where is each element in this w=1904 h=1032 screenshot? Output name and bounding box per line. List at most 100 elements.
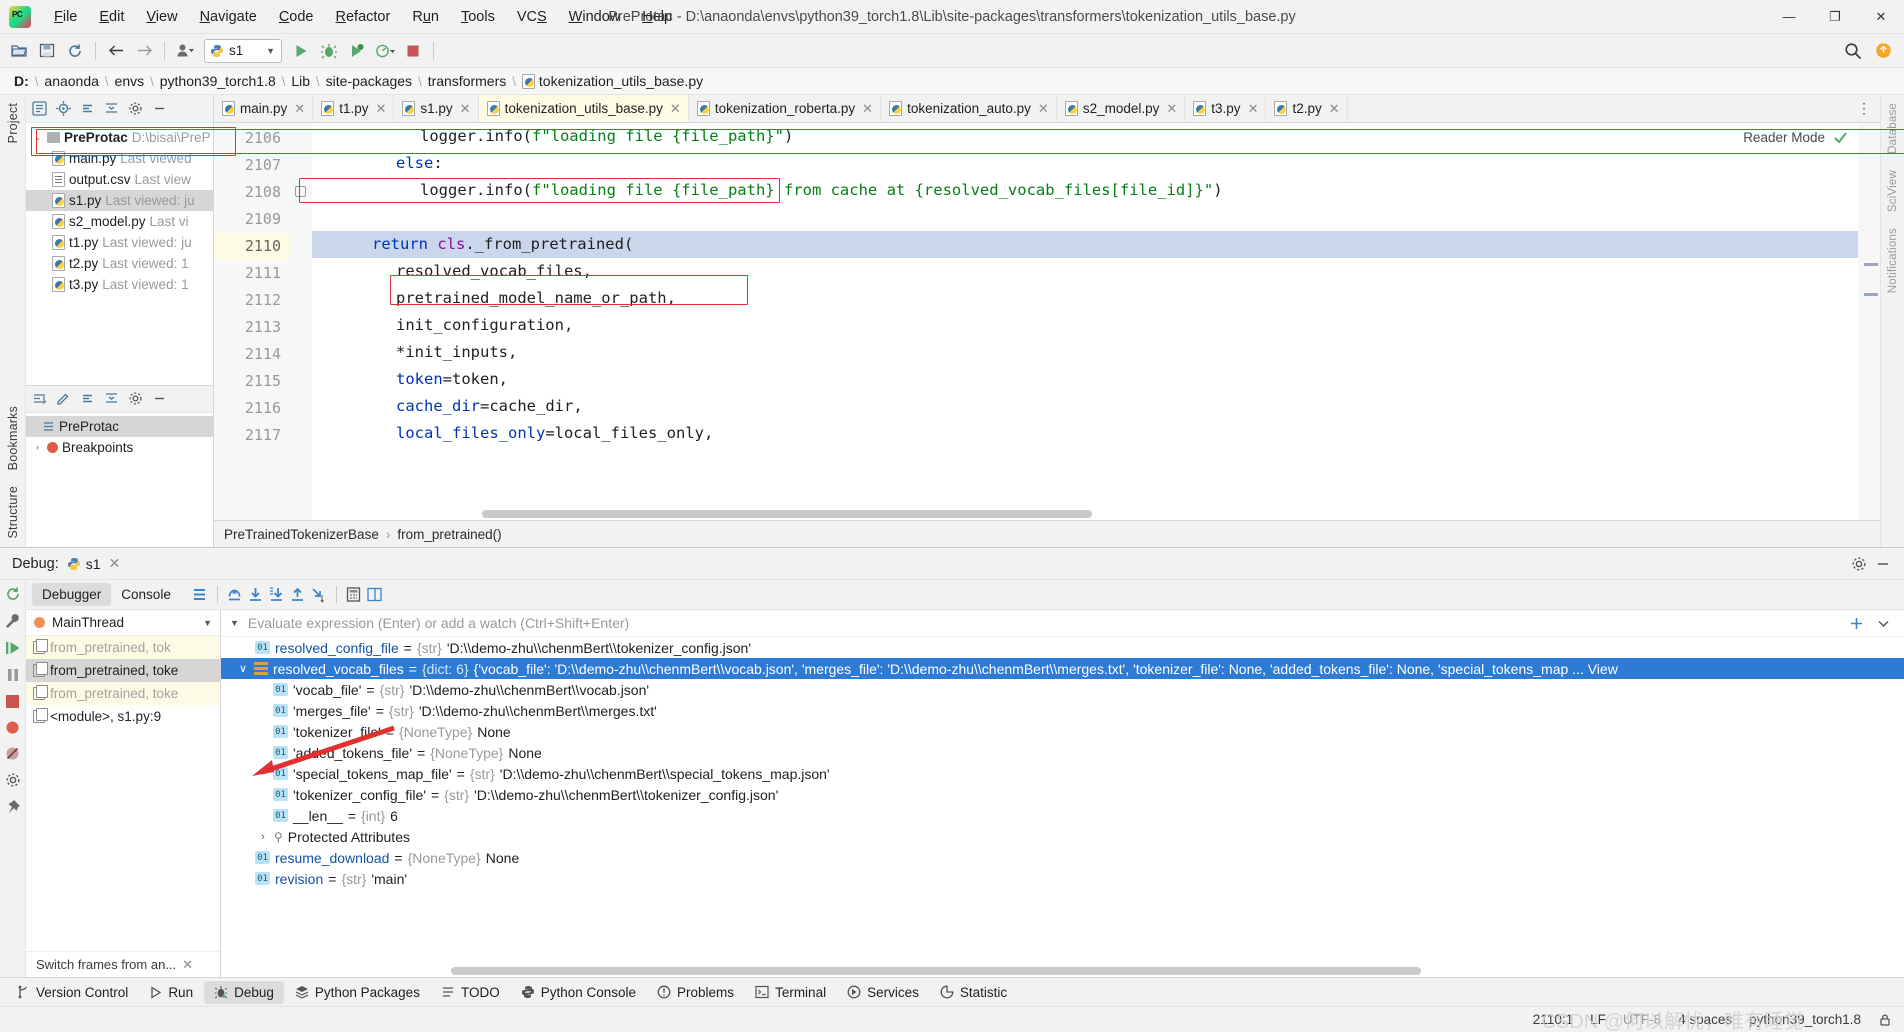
user-icon[interactable] [172, 38, 198, 64]
toolwindow-todo[interactable]: TODO [431, 981, 510, 1004]
tab-t3-py[interactable]: t3.py ✕ [1185, 95, 1267, 122]
menu-help[interactable]: Help [631, 5, 683, 29]
close-icon[interactable]: ✕ [182, 957, 193, 973]
breadcrumb-item-2[interactable]: envs [109, 73, 151, 89]
footer-crumb-class[interactable]: PreTrainedTokenizerBase [224, 527, 379, 542]
variable-row[interactable]: 01 'tokenizer_file' = {NoneType} None [221, 721, 1904, 742]
scrollbar-thumb[interactable] [482, 510, 1092, 518]
tree-row-t2-py[interactable]: t2.py Last viewed: 1 [26, 253, 213, 274]
project-view-icon[interactable] [30, 100, 48, 118]
toolwindow-version-control[interactable]: Version Control [6, 981, 138, 1004]
close-button[interactable]: ✕ [1858, 0, 1904, 34]
tree-row-root[interactable]: ⌄ PreProtac D:\bisai\PreP [26, 127, 213, 148]
menu-navigate[interactable]: Navigate [189, 5, 268, 29]
line-separator[interactable]: LF [1590, 1012, 1606, 1027]
breadcrumb-item-3[interactable]: python39_torch1.8 [154, 73, 282, 89]
scrollbar-thumb[interactable] [451, 967, 1421, 975]
add-watch-icon[interactable] [1847, 614, 1865, 632]
frame-row[interactable]: <module>, s1.py:9 [26, 705, 220, 728]
gear-2-icon[interactable] [126, 390, 144, 408]
variable-row[interactable]: 01 'added_tokens_file' = {NoneType} None [221, 742, 1904, 763]
chevron-right-icon[interactable]: › [32, 442, 43, 452]
editor-horizontal-scrollbar[interactable] [312, 510, 1836, 520]
project-tree[interactable]: ⌄ PreProtac D:\bisai\PreP main.py Last v… [26, 123, 213, 385]
step-over-icon[interactable] [226, 586, 244, 604]
gear-icon[interactable] [126, 100, 144, 118]
close-icon[interactable]: ✕ [460, 101, 471, 117]
run-icon[interactable] [288, 38, 314, 64]
toolwindow-services[interactable]: Services [837, 981, 929, 1004]
variable-row[interactable]: 01 resume_download = {NoneType} None [221, 847, 1904, 868]
toolwindow-python-packages[interactable]: Python Packages [285, 981, 430, 1004]
chevron-down-icon[interactable] [1874, 614, 1892, 632]
menu-tools[interactable]: Tools [450, 5, 506, 29]
run-to-cursor-icon[interactable] [310, 586, 328, 604]
sidebar-tab-structure[interactable]: Structure [6, 478, 20, 547]
profile-icon[interactable] [372, 38, 398, 64]
variable-row-protected-attributes[interactable]: › ⚲ Protected Attributes [221, 826, 1904, 847]
code-area[interactable]: logger.info(f"loading file {file_path}")… [312, 123, 1858, 520]
sidebar-tab-database[interactable]: Database [1887, 95, 1899, 162]
breadcrumb-item-6[interactable]: transformers [422, 73, 513, 89]
structure-row-breakpoints[interactable]: › Breakpoints [26, 437, 213, 458]
python-interpreter[interactable]: python39_torch1.8 [1749, 1012, 1861, 1027]
frame-row[interactable]: from_pretrained, toke [26, 682, 220, 705]
close-icon[interactable]: ✕ [294, 101, 305, 117]
frame-list[interactable]: from_pretrained, tok from_pretrained, to… [26, 636, 220, 951]
pause-program-icon[interactable] [5, 667, 21, 683]
chevron-down-icon[interactable]: ∨ [237, 662, 249, 675]
settings-wrench-icon[interactable] [5, 613, 21, 629]
tab-tokenization-auto-py[interactable]: tokenization_auto.py ✕ [881, 95, 1057, 122]
chevron-down-icon[interactable]: ▼ [266, 46, 275, 56]
frame-row[interactable]: from_pretrained, tok [26, 636, 220, 659]
inspection-ok-icon[interactable] [1833, 130, 1848, 145]
tab-console[interactable]: Console [111, 583, 181, 606]
hide-panel-icon[interactable] [1874, 555, 1892, 573]
pin-icon[interactable] [5, 799, 21, 815]
run-configuration-selector[interactable]: s1 ▼ [204, 38, 282, 63]
variables-list[interactable]: 01 resolved_config_file = {str} 'D:\\dem… [221, 637, 1904, 967]
fold-marker-icon[interactable] [295, 186, 306, 197]
back-icon[interactable] [103, 38, 129, 64]
sidebar-tab-notifications[interactable]: Notifications [1887, 220, 1899, 301]
toolwindow-terminal[interactable]: Terminal [745, 981, 836, 1004]
tab-t1-py[interactable]: t1.py ✕ [313, 95, 395, 122]
menu-bar[interactable]: File Edit View Navigate Code Refactor Ru… [43, 5, 683, 29]
variable-row[interactable]: 01 resolved_config_file = {str} 'D:\\dem… [221, 637, 1904, 658]
menu-refactor[interactable]: Refactor [325, 5, 402, 29]
chevron-down-icon[interactable]: ▼ [230, 618, 239, 628]
editor-marker-bar[interactable] [1858, 123, 1880, 520]
chevron-down-icon[interactable]: ⌄ [32, 132, 43, 143]
evaluate-expression-icon[interactable] [345, 586, 363, 604]
debug-icon[interactable] [316, 38, 342, 64]
tab-main-py[interactable]: main.py ✕ [214, 95, 314, 122]
indent-setting[interactable]: 4 spaces [1678, 1012, 1732, 1027]
collapse-all-2-icon[interactable] [78, 390, 96, 408]
minimize-button[interactable]: — [1766, 0, 1812, 34]
collapse-all-icon[interactable] [78, 100, 96, 118]
structure-tree[interactable]: PreProtac › Breakpoints [26, 413, 213, 458]
search-icon[interactable] [1840, 38, 1866, 64]
variable-row[interactable]: 01 'special_tokens_map_file' = {str} 'D:… [221, 763, 1904, 784]
tab-tokenization-roberta-py[interactable]: tokenization_roberta.py ✕ [689, 95, 882, 122]
sort-alpha-icon[interactable] [30, 390, 48, 408]
view-breakpoints-icon[interactable] [5, 720, 20, 735]
layout-icon[interactable] [366, 586, 384, 604]
toolwindow-statistic[interactable]: Statistic [930, 981, 1017, 1004]
toolwindow-problems[interactable]: Problems [647, 981, 744, 1004]
lock-icon[interactable] [1878, 1013, 1892, 1027]
updates-icon[interactable] [1870, 38, 1896, 64]
menu-file[interactable]: File [43, 5, 88, 29]
tree-row-main-py[interactable]: main.py Last viewed [26, 148, 213, 169]
edit-icon[interactable] [54, 390, 72, 408]
close-icon[interactable]: ✕ [670, 101, 681, 117]
force-step-into-icon[interactable] [268, 586, 286, 604]
tree-row-s2-model-py[interactable]: s2_model.py Last vi [26, 211, 213, 232]
stop-icon[interactable] [400, 38, 426, 64]
menu-window[interactable]: Window [558, 5, 632, 29]
hide-panel-2-icon[interactable] [150, 390, 168, 408]
tree-row-t1-py[interactable]: t1.py Last viewed: ju [26, 232, 213, 253]
tab-overflow-icon[interactable]: ⋮ [1848, 95, 1880, 122]
expand-2-icon[interactable] [102, 390, 120, 408]
close-icon[interactable]: ✕ [1329, 101, 1340, 117]
